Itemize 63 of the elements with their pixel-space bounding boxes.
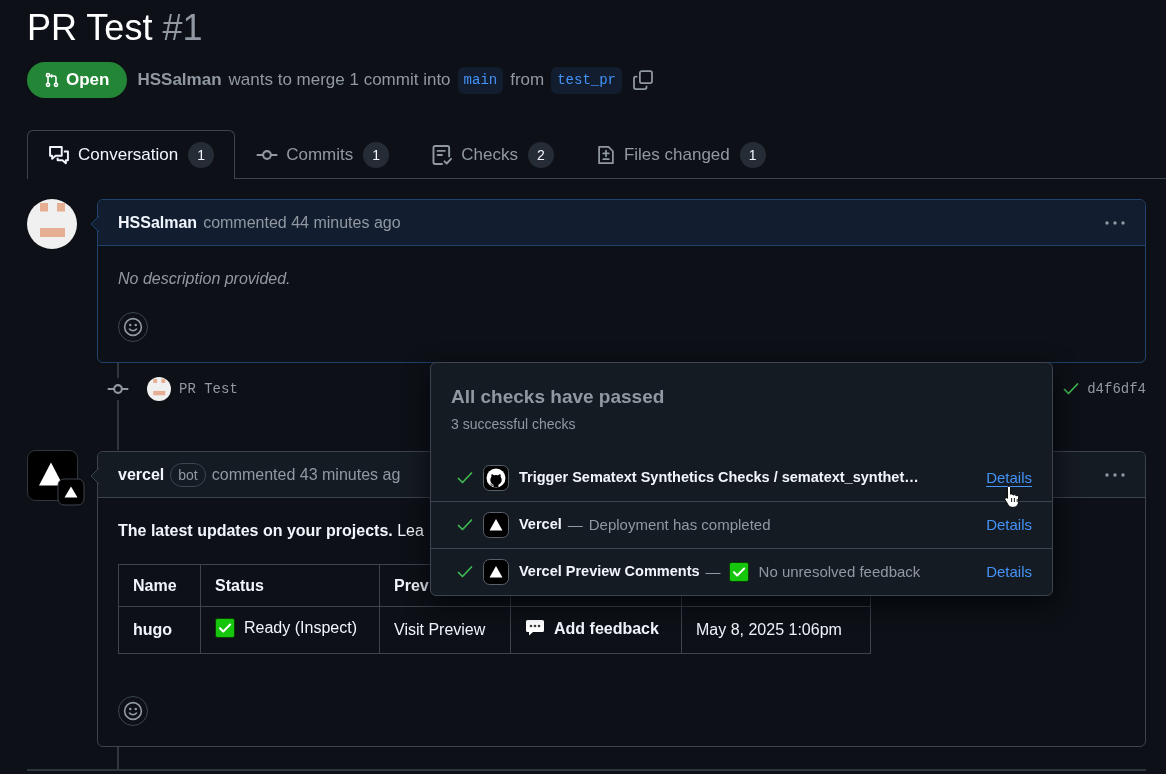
table-cell: hugo [118,606,201,653]
pull-request-icon [44,72,60,88]
inspect-link[interactable]: Inspect [300,619,352,636]
details-link[interactable]: Details [986,513,1032,537]
copy-icon[interactable] [633,70,653,90]
file-diff-icon [595,145,616,165]
column-header: Name [118,564,201,607]
author-link[interactable]: HSSalman [118,210,198,235]
details-link[interactable]: Details [986,466,1032,490]
base-branch-link[interactable]: main [457,66,504,94]
triangle-avatar-icon[interactable] [27,450,85,506]
comment-meta: commented 43 minutes ag [211,464,401,485]
counter: 2 [527,142,554,168]
popover-title: All checks have passed [451,385,665,409]
check-name: Trigger Sematext Synthetics Checks / sematext_synthet… [519,468,919,488]
counter: 1 [363,142,390,168]
comment-meta: commented 44 minutes ago [203,212,401,233]
smiley-icon [123,317,143,337]
smiley-icon [123,700,143,721]
counter: 1 [188,142,215,168]
column-header: Status [200,564,380,607]
table-cell: May 8, 2025 1:06pm [681,606,871,653]
status-label: Open [66,69,110,92]
tab[interactable]: Files changed 1 [574,130,787,179]
pr-number: #1 [162,6,203,50]
hand-cursor-icon [1003,485,1021,510]
check-name: Vercel [519,515,562,535]
pr-title: PR Test [27,6,153,50]
speech-bubbles-icon [48,144,70,166]
cat-logo-icon [483,465,509,491]
dash-separator: — [705,561,721,582]
triangle-logo-icon [483,512,509,538]
ellipsis-icon[interactable] [1105,472,1125,477]
head-branch-link[interactable]: test_pr [551,66,622,94]
tab[interactable]: Checks 2 [410,130,575,179]
ellipsis-icon[interactable] [1105,220,1125,225]
check-name: Vercel Preview Comments [519,562,700,582]
avatar-icon[interactable] [147,377,171,401]
feedback-link[interactable]: Add feedback [554,615,659,641]
details-link[interactable]: Details [986,560,1032,584]
commit-hash-link[interactable]: d4f6df4 [1087,378,1146,400]
preview-link[interactable]: Visit Preview [394,621,486,639]
check-mark-icon [215,617,235,638]
tab[interactable]: Commits 1 [235,130,411,179]
comment-text: The latest updates on your projects. Lea [118,521,424,541]
avatar-icon[interactable] [27,199,77,249]
triangle-logo-icon [483,559,509,585]
speech-balloon-icon [525,619,545,637]
status-text: Ready (Inspect) [244,618,357,638]
popover-subtitle: 3 successful checks [451,415,576,434]
dash-separator: — [567,514,583,535]
check-mark-icon [728,562,749,582]
counter: 1 [739,142,766,168]
comment-text: No description provided. [118,269,292,289]
commit-message-link[interactable]: PR Test [179,378,238,400]
author-link[interactable]: vercel [118,462,165,487]
author-link[interactable]: HSSalman [137,67,222,93]
tab[interactable]: Conversation 1 [27,130,236,179]
merge-summary-text: wants to merge 1 commit into [228,69,451,92]
check-description: No unresolved feedback [758,561,921,582]
from-text: from [510,69,545,92]
check-description: Deployment has completed [588,514,771,535]
checklist-icon [431,144,454,166]
